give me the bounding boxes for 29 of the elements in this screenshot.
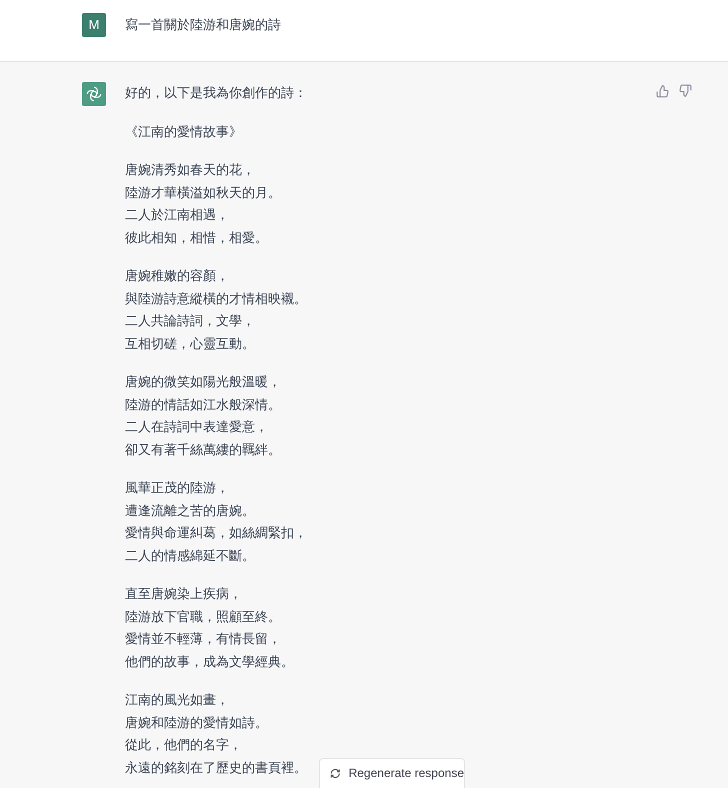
user-avatar: M <box>82 13 106 37</box>
poem-line: 彼此相知，相惜，相愛。 <box>125 228 269 246</box>
poem-title: 《江南的愛情故事》 <box>125 122 243 140</box>
poem-line: 陸游的情話如江水般深情。 <box>125 396 282 414</box>
poem-line: 二人共論詩詞，文學， <box>125 312 256 330</box>
poem-line: 風華正茂的陸游， <box>125 479 230 497</box>
poem-line: 互相切磋，心靈互動。 <box>125 334 256 352</box>
poem-line: 愛情與命運糾葛，如絲綢緊扣， <box>125 524 307 542</box>
poem-line: 與陸游詩意縱橫的才情相映襯。 <box>125 290 307 308</box>
poem-line: 陸游才華橫溢如秋天的月。 <box>125 184 282 202</box>
poem-line: 從此，他們的名字， <box>125 736 243 754</box>
poem-line: 二人在詩詞中表達愛意， <box>125 418 269 436</box>
poem-line: 唐婉的微笑如陽光般溫暖， <box>125 373 282 391</box>
assistant-intro: 好的，以下是我為你創作的詩： <box>125 84 307 102</box>
poem-line: 唐婉清秀如春天的花， <box>125 161 256 179</box>
poem-line: 愛情並不輕薄，有情長留， <box>125 630 282 648</box>
poem-line: 遭逢流離之苦的唐婉。 <box>125 502 256 520</box>
poem-line: 江南的風光如畫， <box>125 691 230 709</box>
poem-line: 唐婉稚嫩的容顏， <box>125 267 230 285</box>
poem-line: 陸游放下官職，照顧至終。 <box>125 608 282 626</box>
poem-line: 他們的故事，成為文學經典。 <box>125 652 295 670</box>
poem-line: 唐婉和陸游的愛情如詩。 <box>125 714 269 732</box>
poem-line: 永遠的銘刻在了歷史的書頁裡。 <box>125 758 307 776</box>
user-message: 寫一首關於陸游和唐婉的詩 <box>125 16 281 34</box>
poem-line: 卻又有著千絲萬縷的羈絆。 <box>125 440 282 458</box>
poem-line: 二人於江南相遇， <box>125 206 230 224</box>
poem-line: 二人的情感綿延不斷。 <box>125 546 256 564</box>
poem-line: 直至唐婉染上疾病， <box>125 585 243 603</box>
regenerate-button[interactable]: Regenerate response <box>319 758 465 788</box>
